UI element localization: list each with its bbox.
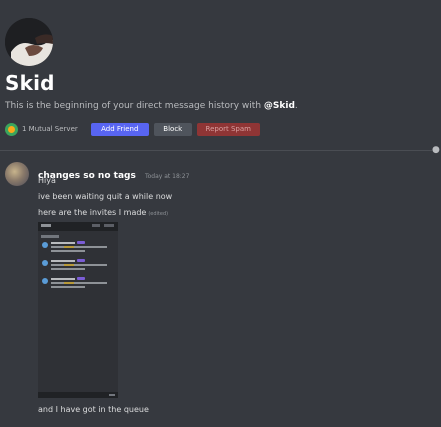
message-attachment-image[interactable] <box>38 222 118 398</box>
attachment-invite-entry <box>42 241 114 255</box>
invite-icon <box>42 242 48 248</box>
message-line: ive been waiting quit a while now <box>38 192 173 201</box>
attachment-line <box>51 260 75 262</box>
mutual-servers-link[interactable]: 1 Mutual Server <box>22 125 78 133</box>
attachment-highlight <box>64 282 74 284</box>
block-button[interactable]: Block <box>153 122 192 136</box>
message-divider <box>0 150 432 151</box>
profile-avatar[interactable] <box>5 18 53 66</box>
message-timestamp: Today at 18:27 <box>144 173 190 180</box>
attachment-topbar <box>38 222 118 231</box>
profile-name: Skid <box>5 71 55 95</box>
attachment-line <box>51 278 75 280</box>
attachment-line <box>51 246 107 248</box>
message-author-avatar[interactable] <box>5 162 29 186</box>
attachment-topbar-title <box>41 224 51 227</box>
message-line: and I have got in the queue <box>38 405 149 414</box>
attachment-line <box>51 264 107 266</box>
attachment-line <box>51 242 75 244</box>
dm-intro-text: This is the beginning of your direct mes… <box>5 101 298 111</box>
invite-icon <box>42 260 48 266</box>
attachment-invite-entry <box>42 277 114 291</box>
attachment-tag <box>77 259 85 262</box>
profile-actions: 1 Mutual Server Add Friend Block Report … <box>5 122 265 136</box>
add-friend-button[interactable]: Add Friend <box>90 122 149 136</box>
attachment-highlight <box>64 264 74 266</box>
intro-suffix: . <box>294 101 298 111</box>
attachment-invite-entry <box>42 259 114 273</box>
server-icon[interactable] <box>5 122 18 136</box>
attachment-line <box>51 282 107 284</box>
attachment-topbar-button <box>92 224 100 227</box>
attachment-line <box>51 286 85 288</box>
intro-prefix: This is the beginning of your direct mes… <box>5 101 264 111</box>
attachment-highlight <box>64 246 74 248</box>
attachment-topbar-button <box>104 224 114 227</box>
attachment-bottombar <box>38 392 118 398</box>
message-line-text: here are the invites I made <box>38 208 147 217</box>
divider-marker-icon: ● <box>432 145 440 155</box>
attachment-bottom-mark <box>109 394 115 396</box>
attachment-tag <box>77 277 85 280</box>
invite-icon <box>42 278 48 284</box>
attachment-tag <box>77 241 85 244</box>
intro-username: @Skid <box>263 101 295 111</box>
message-line: here are the invites I made (edited) <box>38 208 168 217</box>
attachment-line <box>51 268 85 270</box>
message-header: changes so no tags Today at 18:27 <box>38 163 189 182</box>
report-spam-button[interactable]: Report Spam <box>196 122 260 136</box>
attachment-line <box>51 250 85 252</box>
attachment-subtitle <box>41 235 59 238</box>
edited-label: (edited) <box>148 211 169 217</box>
message-line: Hiya <box>38 176 56 185</box>
